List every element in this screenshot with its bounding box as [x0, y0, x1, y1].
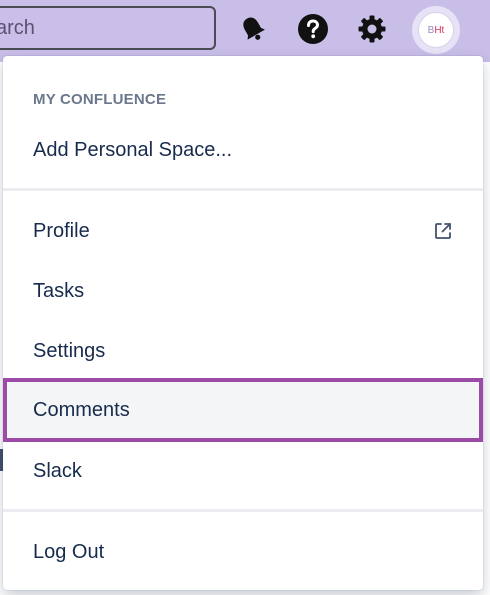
external-link-icon	[435, 223, 451, 239]
avatar: B Ht	[418, 12, 454, 48]
menu-item-profile[interactable]: Profile	[3, 201, 483, 261]
menu-item-tasks[interactable]: Tasks	[3, 261, 483, 321]
settings-button[interactable]	[355, 12, 389, 46]
search-input-value: arch	[0, 16, 35, 39]
help-button[interactable]	[296, 12, 330, 46]
menu-divider	[3, 188, 483, 191]
menu-item-label: Comments	[33, 398, 130, 421]
bell-icon	[243, 17, 265, 40]
menu-item-label: Slack	[33, 459, 82, 482]
user-profile-dropdown-menu: MY CONFLUENCE Add Personal Space... Prof…	[3, 56, 483, 590]
search-input[interactable]: arch	[0, 6, 216, 50]
menu-item-add-personal-space[interactable]: Add Personal Space...	[3, 120, 483, 180]
menu-item-label: Tasks	[33, 279, 85, 302]
avatar-initial-2: Ht	[434, 24, 445, 36]
menu-divider	[3, 509, 483, 512]
menu-item-label: Profile	[33, 219, 90, 242]
menu-section-heading: MY CONFLUENCE	[33, 91, 167, 108]
menu-item-settings[interactable]: Settings	[3, 321, 483, 381]
top-navigation-bar: arch	[0, 0, 490, 62]
avatar-initial-1: B	[427, 24, 435, 36]
notifications-button[interactable]	[236, 12, 270, 46]
gear-icon	[358, 15, 386, 43]
menu-item-slack[interactable]: Slack	[3, 441, 483, 501]
menu-item-comments[interactable]: Comments	[3, 378, 483, 442]
user-avatar-button[interactable]: B Ht	[412, 6, 460, 54]
menu-item-label: Settings	[33, 339, 106, 362]
menu-item-log-out[interactable]: Log Out	[3, 522, 483, 582]
help-icon	[298, 14, 328, 44]
